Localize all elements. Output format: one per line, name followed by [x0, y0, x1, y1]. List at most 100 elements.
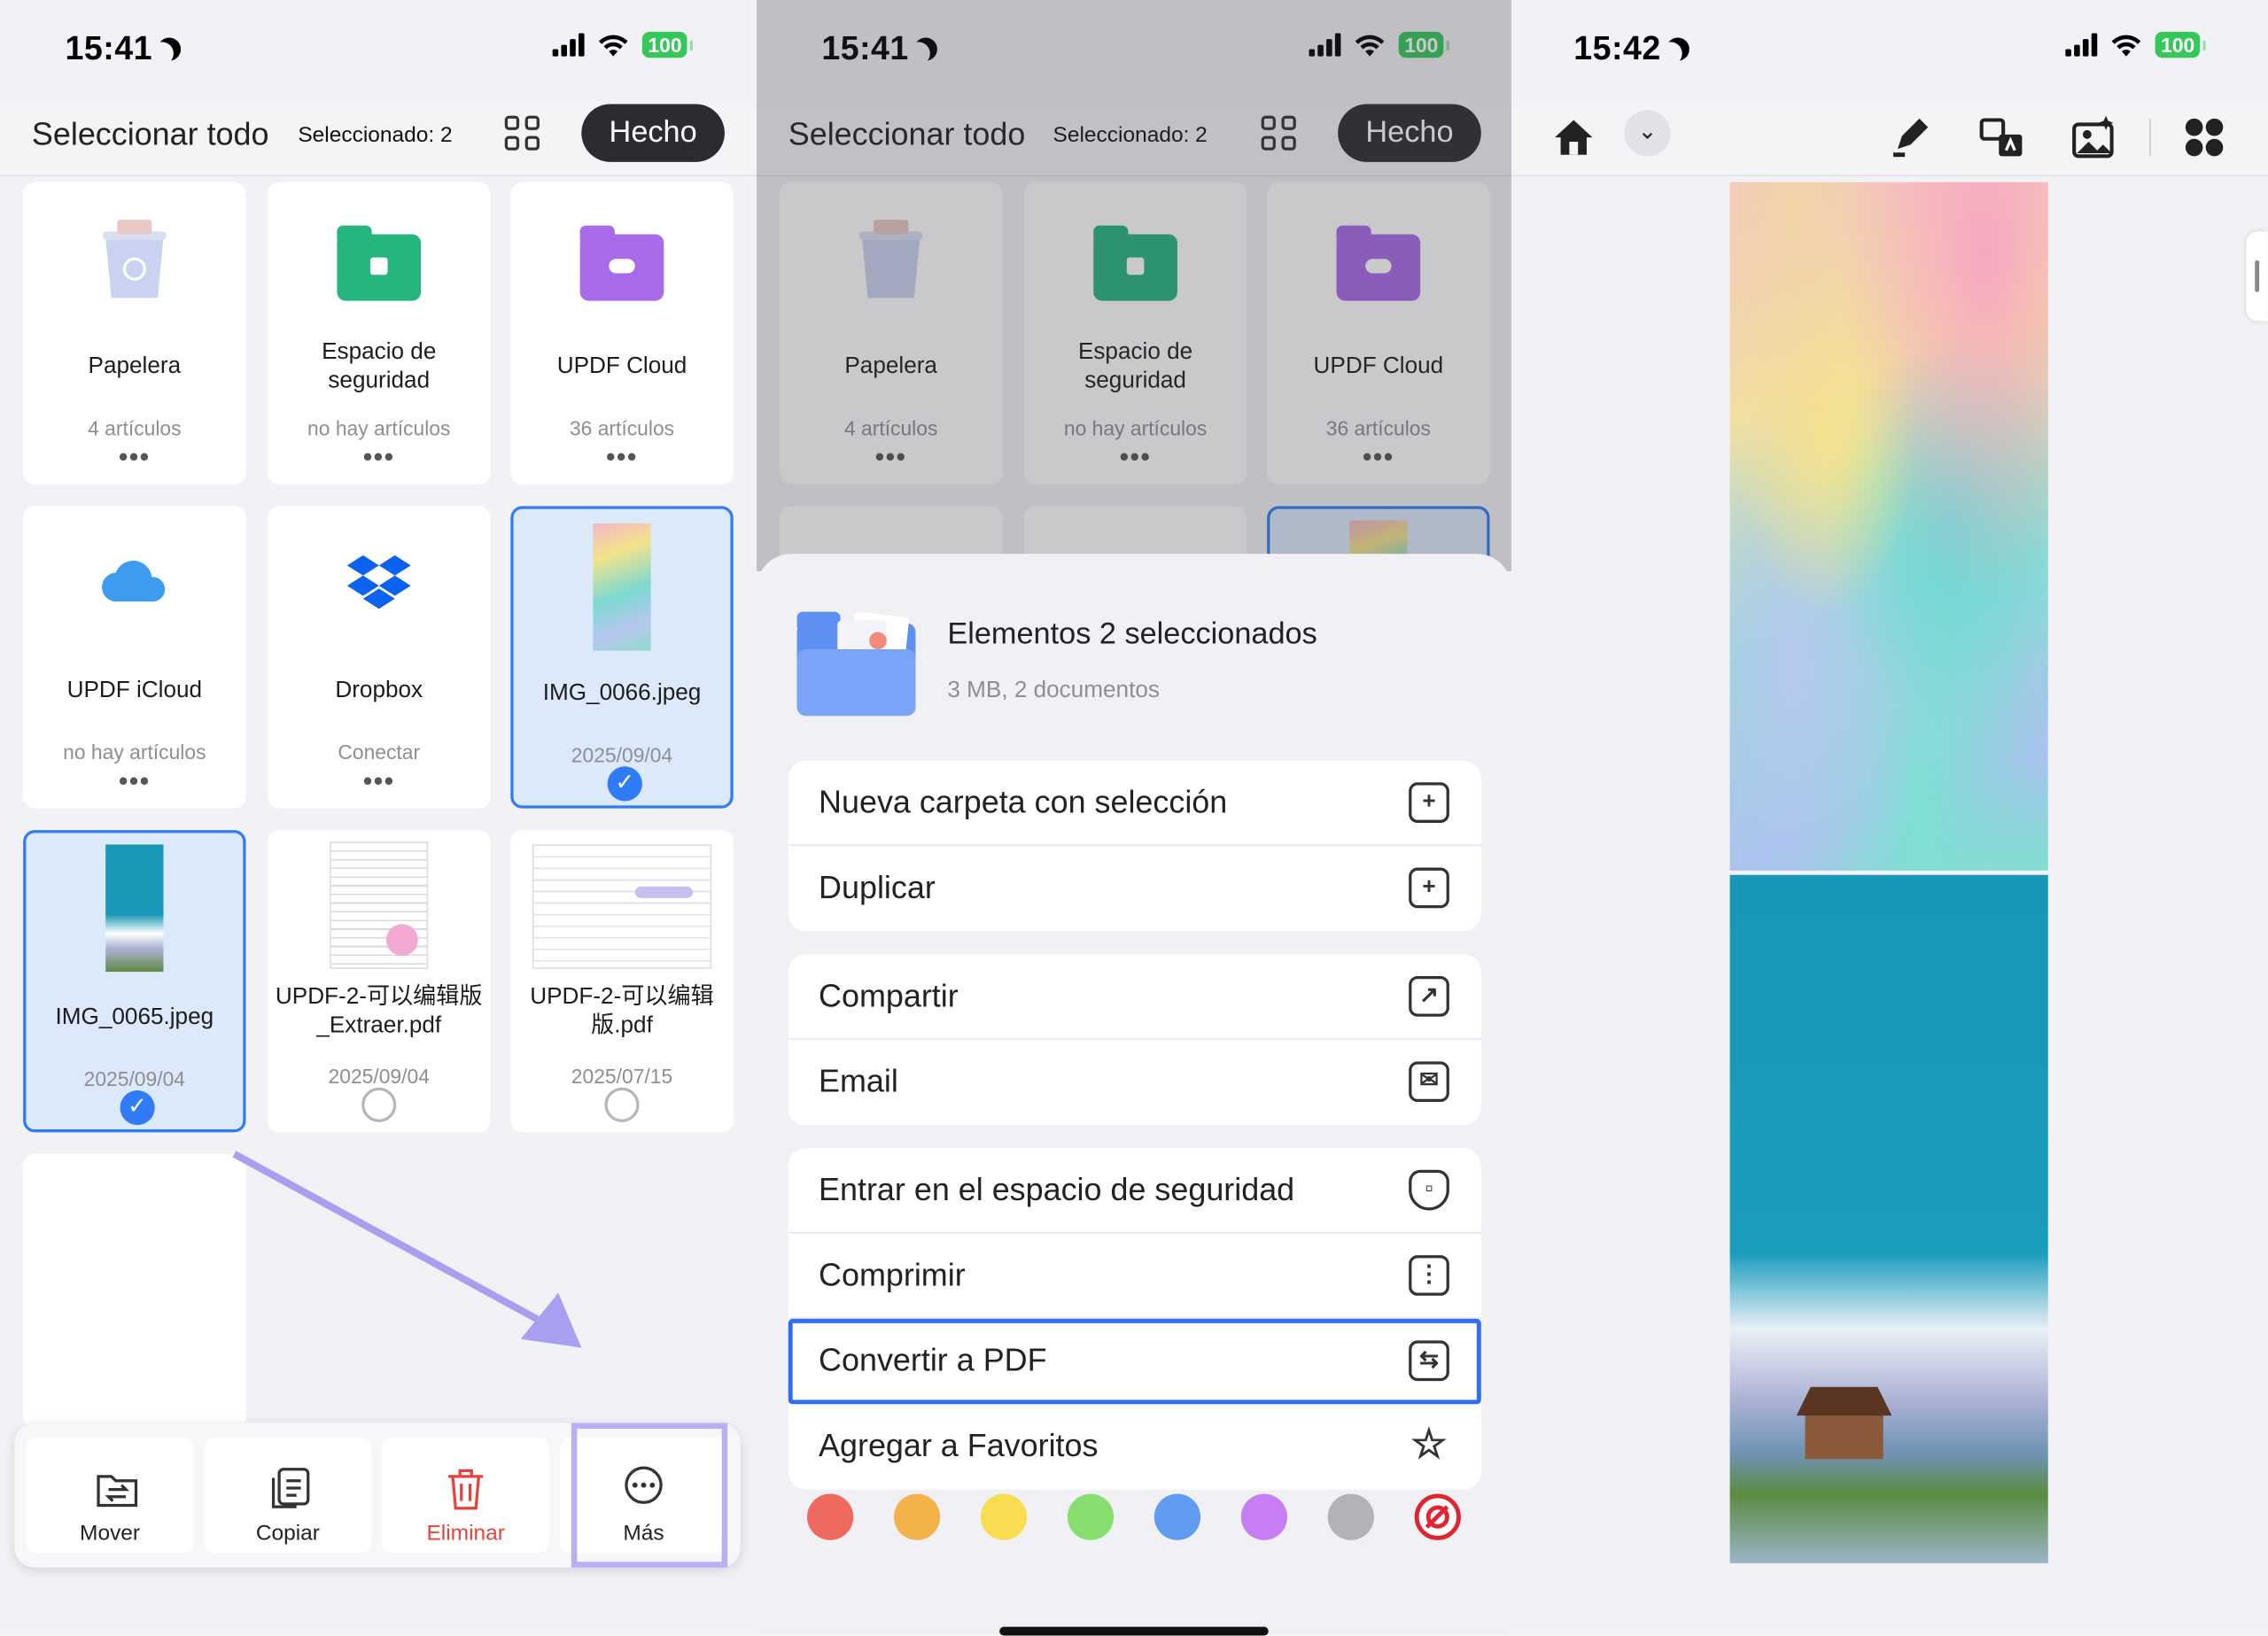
convert-document-icon: ⇆ — [1409, 1340, 1449, 1382]
card-sub: no hay artículos — [63, 740, 206, 764]
image-thumbnail — [593, 523, 651, 651]
screenshot: 15:41 100 Seleccionar todo Seleccionado:… — [0, 0, 2268, 1636]
image-page-1 — [1729, 182, 2048, 871]
card-name: IMG_0066.jpeg — [542, 680, 702, 706]
action-label: Mover — [80, 1521, 141, 1547]
menu-item-label: Nueva carpeta con selección — [819, 783, 1228, 820]
copy-button[interactable]: Copiar — [204, 1437, 372, 1554]
tag-color-orange[interactable] — [893, 1493, 941, 1540]
card-name: UPDF iCloud — [66, 678, 203, 703]
ai-image-icon[interactable] — [2070, 112, 2119, 162]
trash-bin-icon — [102, 220, 167, 299]
tag-color-yellow[interactable] — [980, 1493, 1028, 1540]
image-viewer-panel: 15:42 100 ⌄ — [1511, 0, 2268, 1636]
checkmark-icon[interactable]: ✓ — [607, 766, 642, 802]
unchecked-circle-icon[interactable] — [604, 1087, 640, 1122]
tag-color-gray[interactable] — [1327, 1493, 1374, 1540]
convert-to-pdf-item[interactable]: Convertir a PDF ⇆ — [788, 1318, 1481, 1405]
compress-item[interactable]: Comprimir ⋮ — [788, 1234, 1481, 1319]
checkmark-icon[interactable]: ✓ — [120, 1089, 155, 1126]
card-pdf[interactable]: UPDF-2-可以编辑版.pdf 2025/07/15 — [510, 830, 734, 1133]
card-updf-cloud[interactable]: UPDF Cloud 36 artículos ••• — [510, 182, 734, 485]
envelope-icon: ✉ — [1409, 1061, 1449, 1103]
action-group-2: Compartir ↗ Email ✉ — [788, 954, 1481, 1126]
menu-item-label: Email — [819, 1062, 898, 1099]
scroll-handle[interactable] — [2246, 231, 2268, 322]
new-folder-with-selection-item[interactable]: Nueva carpeta con selección + — [788, 761, 1481, 847]
card-sub: 36 artículos — [569, 416, 675, 440]
copy-icon — [271, 1468, 310, 1508]
card-img-0066[interactable]: IMG_0066.jpeg 2025/09/04 ✓ — [510, 506, 734, 809]
moon-icon — [1666, 37, 1689, 60]
wifi-icon — [2111, 34, 2141, 56]
tag-color-red[interactable] — [806, 1493, 854, 1540]
more-dots-icon[interactable]: ••• — [268, 443, 490, 473]
card-name: Dropbox — [335, 678, 423, 703]
home-icon[interactable] — [1550, 112, 1599, 162]
menu-item-label: Compartir — [819, 977, 959, 1014]
chevron-down-icon[interactable]: ⌄ — [1624, 110, 1671, 157]
card-name: UPDF-2-可以编辑版_Extraer.pdf — [275, 984, 483, 1039]
card-sub: 2025/09/04 — [571, 743, 673, 767]
email-item[interactable]: Email ✉ — [788, 1040, 1481, 1125]
card-dropbox[interactable]: Dropbox Conectar ••• — [268, 506, 491, 809]
card-pdf-extraer[interactable]: UPDF-2-可以编辑版_Extraer.pdf 2025/09/04 — [268, 830, 491, 1133]
apps-grid-icon[interactable] — [2179, 112, 2229, 162]
more-dots-icon[interactable]: ••• — [23, 766, 245, 796]
status-bar: 15:42 100 — [1511, 0, 2268, 101]
select-all-button[interactable]: Seleccionar todo — [32, 116, 269, 153]
moon-icon — [158, 37, 181, 60]
security-space-item[interactable]: Entrar en el espacio de seguridad ▫ — [788, 1148, 1481, 1234]
menu-item-label: Convertir a PDF — [819, 1342, 1047, 1378]
delete-button[interactable]: Eliminar — [382, 1437, 550, 1554]
icloud-icon — [102, 560, 166, 602]
menu-item-label: Agregar a Favoritos — [819, 1427, 1099, 1464]
more-dots-icon[interactable]: ••• — [268, 766, 490, 796]
menu-item-label: Duplicar — [819, 869, 936, 906]
tag-color-purple[interactable] — [1240, 1493, 1288, 1540]
duplicate-item[interactable]: Duplicar + — [788, 846, 1481, 931]
menu-item-label: Entrar en el espacio de seguridad — [819, 1171, 1295, 1208]
move-button[interactable]: Mover — [26, 1437, 194, 1554]
more-dots-icon[interactable]: ••• — [510, 443, 733, 473]
status-bar: 15:41 100 — [0, 0, 757, 101]
sheet-subtitle: 3 MB, 2 documentos — [947, 678, 1160, 703]
action-label: Eliminar — [426, 1521, 505, 1547]
duplicate-icon: + — [1409, 867, 1449, 909]
zip-folder-icon: ⋮ — [1409, 1255, 1449, 1296]
card-security-space[interactable]: Espacio de seguridad no hay artículos ••… — [268, 182, 491, 485]
grid-view-icon[interactable] — [504, 115, 540, 151]
action-group-1: Nueva carpeta con selección + Duplicar + — [788, 760, 1481, 932]
no-color-icon[interactable] — [1414, 1493, 1461, 1540]
add-to-favorites-item[interactable]: Agregar a Favoritos ☆ — [788, 1404, 1481, 1489]
cellular-signal-icon — [2065, 33, 2098, 57]
status-time-wrap: 15:42 — [1573, 29, 1689, 68]
card-trash[interactable]: Papelera 4 artículos ••• — [23, 182, 246, 485]
tag-color-blue[interactable] — [1153, 1493, 1201, 1540]
card-updf-icloud[interactable]: UPDF iCloud no hay artículos ••• — [23, 506, 246, 809]
selected-count: Seleccionado: 2 — [298, 122, 453, 148]
annotate-pen-icon[interactable] — [1884, 112, 1934, 162]
toolbar-divider — [2149, 118, 2151, 157]
lock-folder-icon — [337, 225, 422, 301]
unchecked-circle-icon[interactable] — [361, 1087, 397, 1122]
card-partial[interactable] — [23, 1153, 246, 1430]
card-name: UPDF-2-可以编辑版.pdf — [530, 984, 714, 1039]
trash-icon — [448, 1469, 484, 1510]
card-sub: 2025/09/04 — [328, 1064, 430, 1088]
action-label: Copiar — [255, 1521, 320, 1547]
battery-icon: 100 — [2155, 31, 2207, 58]
wifi-icon — [598, 34, 628, 56]
selection-toolbar: Seleccionar todo Seleccionado: 2 Hecho — [0, 101, 757, 177]
done-button[interactable]: Hecho — [581, 104, 725, 162]
arrow-annotation-icon — [232, 1151, 582, 1348]
status-time: 15:41 — [65, 28, 152, 67]
file-browser-panel: 15:41 100 Seleccionar todo Seleccionado:… — [0, 0, 757, 1636]
action-group-3: Entrar en el espacio de seguridad ▫ Compr… — [788, 1148, 1481, 1490]
more-dots-icon[interactable]: ••• — [23, 443, 245, 473]
translate-icon[interactable] — [1977, 112, 2027, 162]
menu-item-label: Comprimir — [819, 1256, 966, 1293]
share-item[interactable]: Compartir ↗ — [788, 955, 1481, 1040]
tag-color-green[interactable] — [1067, 1493, 1115, 1540]
card-img-0065[interactable]: IMG_0065.jpeg 2025/09/04 ✓ — [23, 830, 246, 1133]
